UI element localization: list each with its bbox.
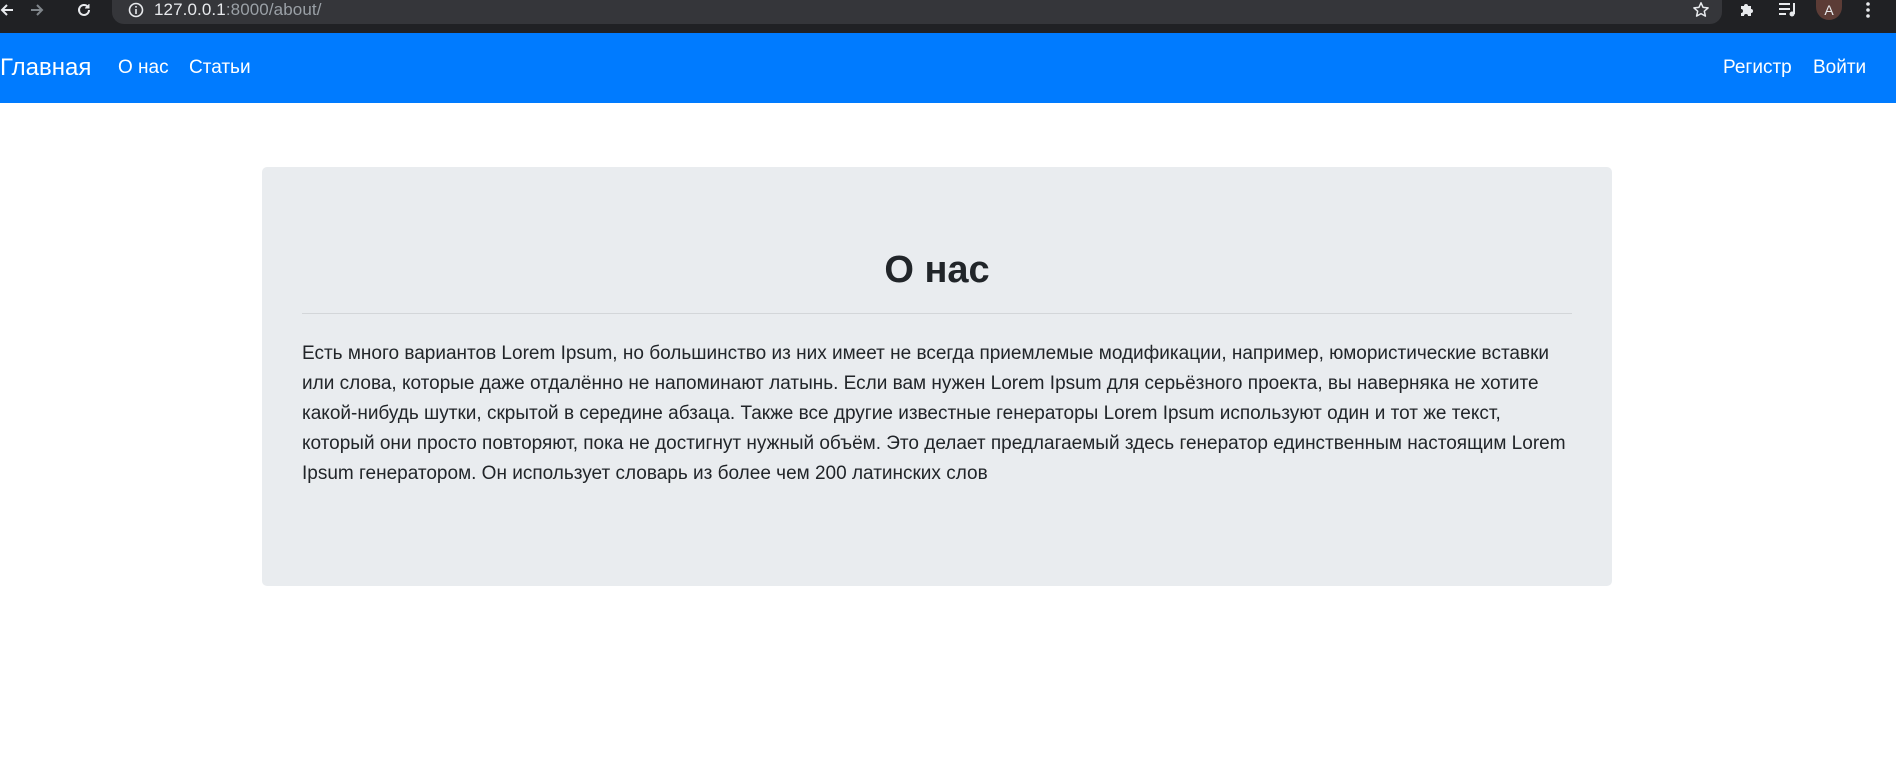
- back-arrow-icon[interactable]: [0, 0, 18, 20]
- nav-link-articles[interactable]: Статьи: [189, 33, 251, 103]
- page-title: О нас: [884, 249, 990, 291]
- nav-link-register[interactable]: Регистр: [1723, 33, 1792, 103]
- address-bar[interactable]: 127.0.0.1:8000/about/: [112, 0, 1722, 24]
- about-jumbotron: О нас Есть много вариантов Lorem Ipsum, …: [262, 167, 1612, 586]
- star-icon[interactable]: [1692, 1, 1710, 24]
- url-path: :8000/about/: [225, 0, 322, 19]
- about-text: Есть много вариантов Lorem Ipsum, но бол…: [302, 343, 1566, 484]
- reload-icon[interactable]: [73, 0, 95, 20]
- navbar-brand-link[interactable]: Главная: [0, 33, 91, 103]
- media-queue-icon[interactable]: [1778, 1, 1798, 24]
- forward-arrow-icon[interactable]: [26, 0, 48, 20]
- site-navbar: Главная О нас Статьи Регистр Войти: [0, 33, 1896, 103]
- info-icon[interactable]: [128, 2, 144, 23]
- puzzle-icon[interactable]: [1738, 1, 1756, 24]
- nav-link-login[interactable]: Войти: [1813, 33, 1866, 103]
- avatar[interactable]: A: [1816, 0, 1842, 20]
- url-host: 127.0.0.1: [154, 0, 226, 19]
- nav-link-about[interactable]: О нас: [118, 33, 169, 103]
- browser-toolbar: 127.0.0.1:8000/about/ A: [0, 0, 1896, 33]
- kebab-menu-icon[interactable]: [1864, 1, 1872, 24]
- title-divider: [302, 313, 1572, 314]
- url-text[interactable]: 127.0.0.1:8000/about/: [154, 0, 322, 20]
